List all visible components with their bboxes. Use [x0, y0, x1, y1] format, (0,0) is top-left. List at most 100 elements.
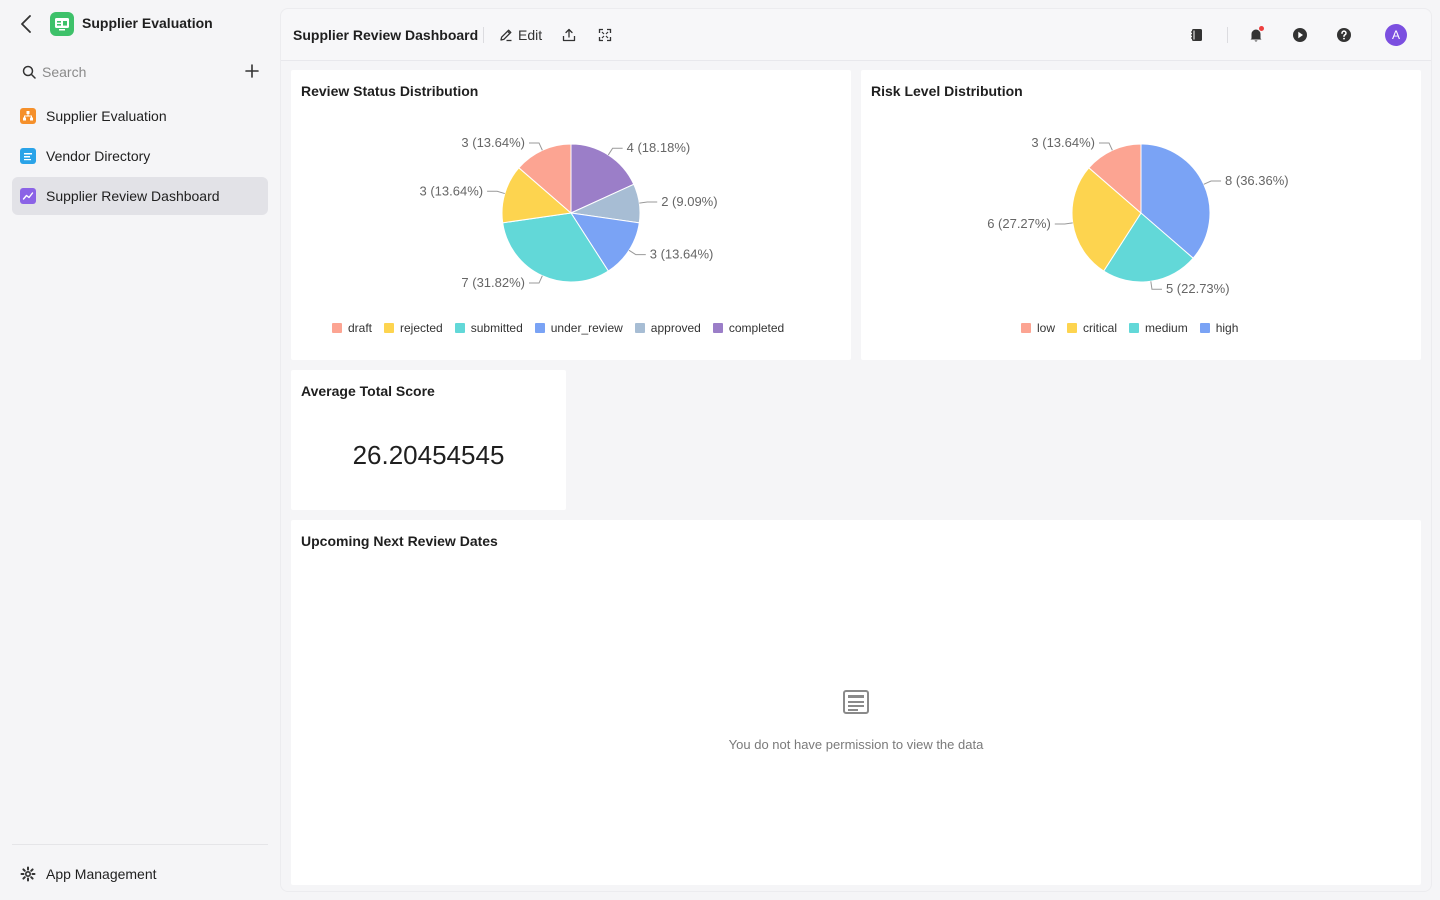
- gear-icon: [20, 866, 36, 882]
- legend-label: low: [1037, 321, 1056, 335]
- app-management-label: App Management: [46, 866, 157, 882]
- avg-score-title: Average Total Score: [301, 383, 435, 399]
- pie-label-under_review: 3 (13.64%): [650, 247, 714, 262]
- sidebar-item-vendor-directory[interactable]: Vendor Directory: [12, 137, 268, 175]
- fullscreen-button[interactable]: [593, 23, 617, 47]
- app-management-button[interactable]: App Management: [12, 860, 268, 888]
- play-button[interactable]: [1288, 23, 1312, 47]
- expand-icon: [598, 28, 612, 42]
- legend-item-medium[interactable]: medium: [1129, 321, 1188, 335]
- book-icon: [1191, 29, 1202, 41]
- pie-label-line-high: [1203, 180, 1222, 185]
- sidebar-item-label: Supplier Review Dashboard: [46, 188, 220, 204]
- pie-label-medium: 5 (22.73%): [1166, 281, 1230, 296]
- docs-button[interactable]: [1185, 23, 1209, 47]
- app-name: Supplier Evaluation: [82, 15, 213, 31]
- pie-label-line-critical: [1054, 222, 1073, 225]
- pie-label-line-low: [1099, 142, 1113, 151]
- sidebar-item-label: Vendor Directory: [46, 148, 151, 164]
- legend-label: submitted: [470, 321, 523, 335]
- notifications-button[interactable]: [1244, 23, 1268, 47]
- sidebar-item-supplier-review-dashboard[interactable]: Supplier Review Dashboard: [12, 177, 268, 215]
- play-circle-icon: [1293, 28, 1307, 42]
- chart-line-icon: [20, 188, 36, 204]
- legend-label: medium: [1145, 321, 1188, 335]
- legend-label: rejected: [400, 321, 443, 335]
- risk-level-card: Risk Level Distribution 8 (36.36%) 5 (22.…: [861, 70, 1421, 360]
- legend-item-low[interactable]: low: [1021, 321, 1055, 335]
- review-status-pie-chart: 4 (18.18%) 2 (9.09%) 3 (13.64%) 7 (31.82%) 3…: [420, 135, 718, 290]
- legend-swatch: [1021, 323, 1031, 333]
- empty-state-message: You do not have permission to view the d…: [728, 737, 984, 752]
- app-logo-icon: [55, 18, 69, 31]
- legend-swatch: [1199, 323, 1210, 333]
- pie-label-approved: 2 (9.09%): [661, 194, 717, 209]
- upcoming-reviews-card: Upcoming Next Review Dates You do not ha…: [291, 520, 1421, 885]
- legend-item-high[interactable]: high: [1199, 321, 1238, 335]
- pencil-icon: [500, 29, 512, 42]
- legend-item-rejected[interactable]: rejected: [384, 321, 443, 335]
- pie-label-line-rejected: [487, 190, 505, 195]
- search-placeholder: Search: [42, 64, 87, 80]
- legend-swatch: [332, 323, 342, 333]
- help-circle-icon: [1337, 28, 1351, 42]
- help-button[interactable]: [1332, 23, 1356, 47]
- pie-label-draft: 3 (13.64%): [461, 135, 525, 150]
- sidebar-item-label: Supplier Evaluation: [46, 108, 167, 124]
- legend-item-submitted[interactable]: submitted: [454, 321, 523, 335]
- sidebar-search[interactable]: Search: [22, 60, 222, 84]
- legend-item-completed[interactable]: completed: [712, 321, 785, 335]
- legend-swatch: [1129, 323, 1140, 333]
- edit-button[interactable]: Edit: [499, 23, 542, 47]
- chevron-left-icon: [21, 15, 31, 33]
- pie-label-completed: 4 (18.18%): [627, 140, 691, 155]
- legend-item-critical[interactable]: critical: [1067, 321, 1117, 335]
- pie-label-line-draft: [529, 142, 543, 151]
- sidebar-item-supplier-evaluation[interactable]: Supplier Evaluation: [12, 97, 268, 135]
- pie-label-line-medium: [1150, 281, 1162, 290]
- legend-swatch: [634, 323, 645, 333]
- pie-label-line-completed: [607, 147, 623, 156]
- main-panel: Supplier Review Dashboard Edit A Review: [280, 8, 1432, 892]
- legend-label: under_review: [550, 321, 623, 335]
- hierarchy-icon: [20, 108, 36, 124]
- risk-level-legend: low critical medium high: [1021, 321, 1238, 335]
- avg-score-card: Average Total Score 26.20454545: [291, 370, 566, 510]
- toolbar-divider: [1227, 27, 1228, 43]
- legend-label: completed: [728, 321, 785, 335]
- sidebar: Supplier Evaluation Search Supplier Eval…: [0, 0, 280, 900]
- edit-label: Edit: [518, 27, 543, 43]
- pie-label-line-approved: [639, 201, 658, 204]
- form-icon: [20, 148, 36, 164]
- avg-score-value: 26.20454545: [352, 440, 505, 470]
- pie-label-line-submitted: [529, 275, 543, 284]
- risk-level-pie-chart: 8 (36.36%) 5 (22.73%) 6 (27.27%) 3 (13.64%): [987, 135, 1289, 296]
- pie-label-low: 3 (13.64%): [1031, 135, 1095, 150]
- legend-swatch: [712, 323, 723, 333]
- plus-icon: [245, 64, 259, 78]
- review-status-card: Review Status Distribution 4 (18.18%) 2 (…: [291, 70, 851, 360]
- legend-item-draft[interactable]: draft: [332, 321, 372, 335]
- share-button[interactable]: [557, 23, 581, 47]
- user-avatar[interactable]: A: [1385, 24, 1407, 46]
- page-title: Supplier Review Dashboard: [293, 27, 479, 43]
- legend-swatch: [534, 323, 545, 333]
- pie-label-line-under_review: [628, 249, 646, 256]
- search-icon: [22, 65, 36, 79]
- legend-label: critical: [1083, 321, 1118, 335]
- legend-item-approved[interactable]: approved: [634, 321, 701, 335]
- pie-label-rejected: 3 (13.64%): [420, 183, 484, 198]
- empty-state: You do not have permission to view the d…: [291, 688, 1421, 752]
- toolbar-divider: [483, 27, 484, 43]
- app-logo: [50, 12, 74, 36]
- sidebar-header: Supplier Evaluation: [0, 0, 280, 48]
- legend-label: approved: [650, 321, 701, 335]
- share-icon: [562, 28, 576, 42]
- no-data-icon: [843, 690, 869, 714]
- review-status-legend: draft rejected submitted under_review approv…: [332, 321, 784, 335]
- add-button[interactable]: [241, 60, 263, 82]
- pie-label-high: 8 (36.36%): [1225, 173, 1289, 188]
- legend-item-under_review[interactable]: under_review: [534, 321, 623, 335]
- sidebar-divider: [12, 844, 268, 845]
- back-button[interactable]: [16, 12, 36, 36]
